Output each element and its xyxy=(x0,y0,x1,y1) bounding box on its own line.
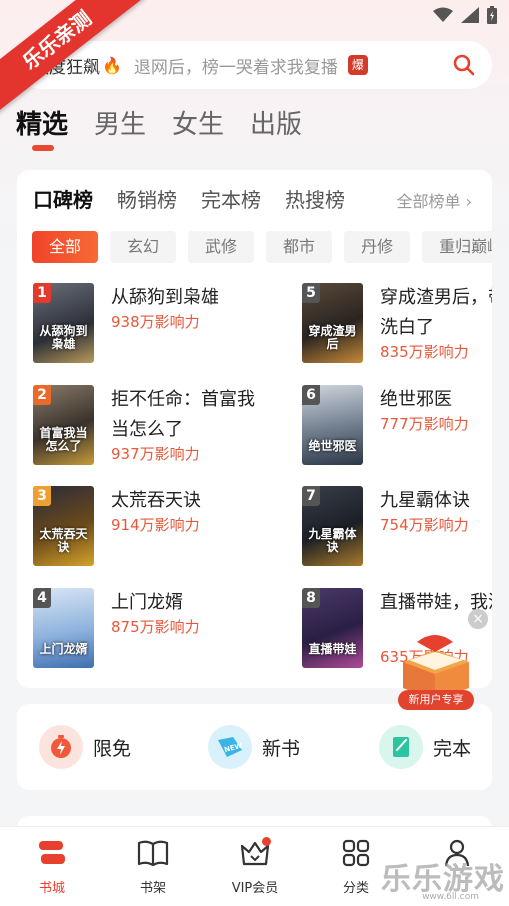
cover-title: 太荒吞天诀 xyxy=(39,527,88,554)
flame-icon: 🔥 xyxy=(102,55,122,75)
cover-title: 九星霸体诀 xyxy=(308,527,357,554)
book-cover[interactable]: 5 穿成渣男后 xyxy=(302,283,363,363)
cover-title: 穿成渣男后 xyxy=(308,324,357,351)
rank-badge: 5 xyxy=(302,283,320,303)
nav-bookshelf[interactable]: 书架 xyxy=(118,835,188,896)
tab-featured[interactable]: 精选 xyxy=(16,104,68,141)
cover-title: 首富我当怎么了 xyxy=(39,426,88,453)
rank-tab-completed[interactable]: 完本榜 xyxy=(201,184,261,213)
quick-entry-label: 完本 xyxy=(433,737,472,760)
bookshelf-icon xyxy=(118,835,188,871)
rank-badge: 4 xyxy=(33,588,51,608)
book-influence: 938万影响力 xyxy=(111,313,200,331)
book-cover[interactable]: 2 首富我当怎么了 xyxy=(33,385,94,465)
rank-badge: 1 xyxy=(33,283,51,303)
genre-chip-urban[interactable]: 都市 xyxy=(266,231,333,263)
rank-badge: 6 xyxy=(302,385,320,405)
cover-title: 上门龙婿 xyxy=(39,642,88,656)
notification-dot xyxy=(262,837,271,846)
new-user-label[interactable]: 新用户专享 xyxy=(398,690,474,710)
nav-bookstore[interactable]: 书城 xyxy=(17,835,87,896)
timer-icon xyxy=(39,725,83,769)
book-title: 绝世邪医 xyxy=(380,389,452,410)
cover-title: 直播带娃 xyxy=(308,642,357,656)
quick-entry-new[interactable]: NEW 新书 xyxy=(208,724,300,770)
book-title: 九星霸体诀 xyxy=(380,490,470,511)
book-complete-icon xyxy=(379,725,423,769)
genre-chip-return[interactable]: 重归巅峰 xyxy=(422,231,492,263)
quick-entry-label: 新书 xyxy=(262,737,301,760)
quick-entry-completed[interactable]: 完本 xyxy=(379,724,471,770)
book-title: 太荒吞天诀 xyxy=(111,490,201,511)
channel-tabs: 精选 男生 女生 出版 xyxy=(16,104,302,141)
close-icon[interactable]: × xyxy=(468,609,488,629)
quick-entry-free[interactable]: 限免 xyxy=(39,724,131,770)
quick-entry-label: 限免 xyxy=(93,737,132,760)
book-item[interactable]: 7 九星霸体诀 九星霸体诀 754万影响力 xyxy=(302,486,492,570)
book-title: 上门龙婿 xyxy=(111,592,183,613)
active-tab-indicator xyxy=(32,145,54,151)
book-item[interactable]: 4 上门龙婿 上门龙婿 875万影响力 xyxy=(33,588,263,672)
book-influence: 754万影响力 xyxy=(380,516,469,534)
genre-chip-wuxiu[interactable]: 武修 xyxy=(188,231,255,263)
book-title: 穿成渣男后，带娃洗白了 xyxy=(380,287,492,338)
signal-icon xyxy=(461,7,479,23)
hot-badge: 爆 xyxy=(347,55,368,75)
book-influence: 777万影响力 xyxy=(380,415,469,433)
book-influence: 835万影响力 xyxy=(380,343,469,361)
book-title: 拒不任命：首富我当怎么了 xyxy=(111,389,255,440)
search-bar[interactable]: 热度狂飙 🔥 退网后，榜一哭着求我复播 爆 xyxy=(18,41,492,89)
search-input[interactable]: 退网后，榜一哭着求我复播 xyxy=(134,53,338,78)
ranking-tabs: 口碑榜 畅销榜 完本榜 热搜榜 xyxy=(33,184,345,213)
ranking-card: 口碑榜 畅销榜 完本榜 热搜榜 全部榜单 › 全部 玄幻 武修 都市 丹修 重归… xyxy=(17,170,492,688)
book-item[interactable]: 1 从舔狗到枭雄 从舔狗到枭雄 938万影响力 xyxy=(33,283,263,367)
book-item[interactable]: 6 绝世邪医 绝世邪医 777万影响力 xyxy=(302,385,492,469)
rank-badge: 2 xyxy=(33,385,51,405)
cover-title: 绝世邪医 xyxy=(308,439,357,453)
tab-publishing[interactable]: 出版 xyxy=(250,104,302,141)
nav-label: 书架 xyxy=(139,881,166,896)
genre-filter: 全部 玄幻 武修 都市 丹修 重归巅峰 xyxy=(32,231,492,263)
nav-vip[interactable]: VIP会员 xyxy=(220,835,290,896)
book-influence: 937万影响力 xyxy=(111,445,200,463)
rank-tab-reputation[interactable]: 口碑榜 xyxy=(33,184,93,213)
new-tag-icon: NEW xyxy=(208,725,252,769)
tab-male[interactable]: 男生 xyxy=(94,104,146,141)
book-item[interactable]: 2 首富我当怎么了 拒不任命：首富我当怎么了 937万影响力 xyxy=(33,385,263,469)
rank-badge: 3 xyxy=(33,486,51,506)
rank-tab-bestseller[interactable]: 畅销榜 xyxy=(117,184,177,213)
genre-chip-xuanhuan[interactable]: 玄幻 xyxy=(110,231,177,263)
nav-label: 书城 xyxy=(38,881,65,896)
book-item[interactable]: 3 太荒吞天诀 太荒吞天诀 914万影响力 xyxy=(33,486,263,570)
rank-tab-trending[interactable]: 热搜榜 xyxy=(285,184,345,213)
search-icon[interactable] xyxy=(452,53,476,77)
book-cover[interactable]: 8 直播带娃 xyxy=(302,588,363,668)
vip-crown-icon xyxy=(220,835,290,871)
book-influence: 875万影响力 xyxy=(111,618,200,636)
book-cover[interactable]: 4 上门龙婿 xyxy=(33,588,94,668)
book-cover[interactable]: 1 从舔狗到枭雄 xyxy=(33,283,94,363)
cover-title: 从舔狗到枭雄 xyxy=(39,324,88,351)
wifi-icon xyxy=(433,7,453,22)
bookstore-icon xyxy=(17,835,87,871)
watermark-url: www.6ll.com xyxy=(422,892,479,902)
book-item[interactable]: 5 穿成渣男后 穿成渣男后，带娃洗白了 835万影响力 xyxy=(302,283,492,367)
book-cover[interactable]: 7 九星霸体诀 xyxy=(302,486,363,566)
book-cover[interactable]: 6 绝世邪医 xyxy=(302,385,363,465)
tab-female[interactable]: 女生 xyxy=(172,104,224,141)
genre-chip-danxiu[interactable]: 丹修 xyxy=(344,231,411,263)
rank-badge: 8 xyxy=(302,588,320,608)
battery-icon xyxy=(487,6,497,24)
book-title: 从舔狗到枭雄 xyxy=(111,287,219,308)
all-rankings-link[interactable]: 全部榜单 › xyxy=(397,188,473,212)
quick-entries: 限免 NEW 新书 完本 xyxy=(17,704,492,790)
book-influence: 914万影响力 xyxy=(111,516,200,534)
rank-badge: 7 xyxy=(302,486,320,506)
genre-chip-all[interactable]: 全部 xyxy=(32,231,99,263)
nav-label: VIP会员 xyxy=(231,881,279,896)
book-cover[interactable]: 3 太荒吞天诀 xyxy=(33,486,94,566)
